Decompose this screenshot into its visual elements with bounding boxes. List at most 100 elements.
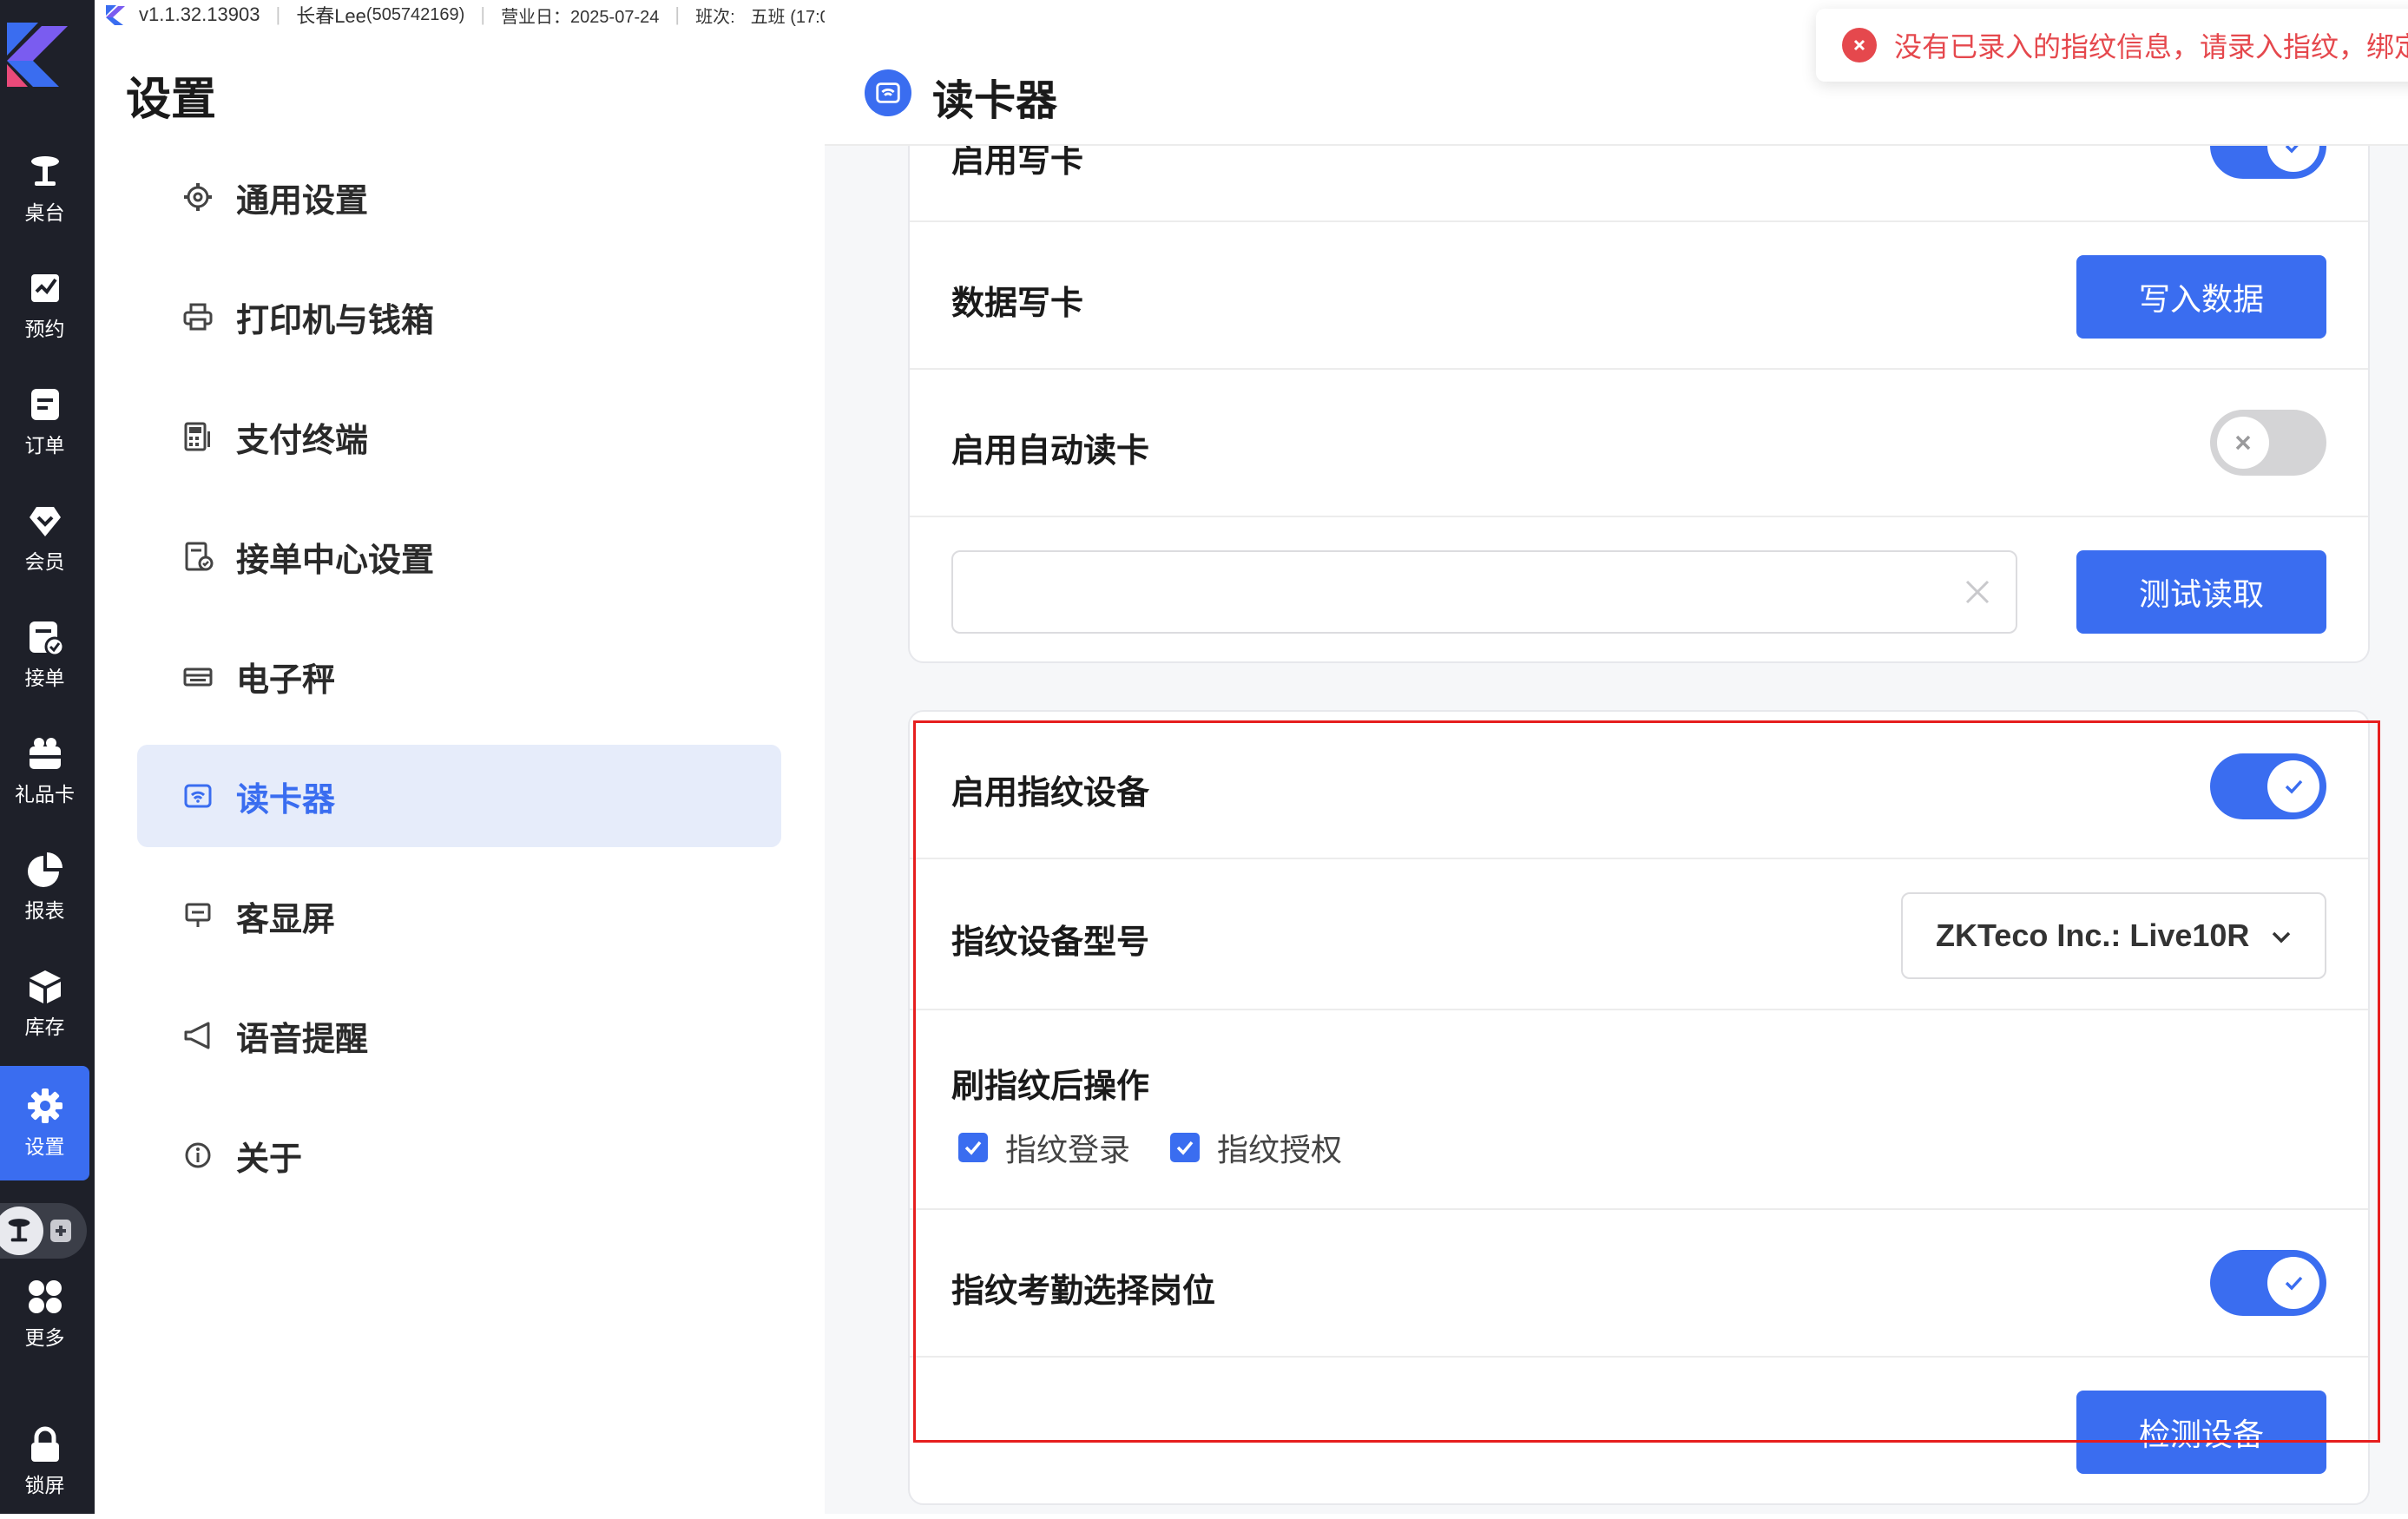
nav-item-members[interactable]: 会员 — [0, 481, 89, 595]
menu-item-label: 关于 — [236, 1141, 303, 1178]
after-scan-label: 刷指纹后操作 — [951, 1069, 1150, 1105]
card-reader-settings-card: 启用写卡 数据写卡 写入数据 启用自动读卡 测试读取 — [908, 87, 2370, 663]
auto-read-label: 启用自动读卡 — [951, 433, 1150, 470]
fingerprint-model-select[interactable]: ZKTeco Inc.: Live10R — [1901, 892, 2326, 979]
fingerprint-model-row: 指纹设备型号 ZKTeco Inc.: Live10R — [910, 859, 2368, 1010]
menu-item-payment-terminal[interactable]: 支付终端 — [137, 385, 781, 488]
nav-item-reports[interactable]: 报表 — [0, 830, 89, 944]
nav-item-settings[interactable]: 设置 — [0, 1066, 89, 1180]
fingerprint-enable-row: 启用指纹设备 — [910, 712, 2368, 859]
test-read-input-wrapper — [951, 550, 2017, 634]
customer-display-icon — [185, 903, 211, 927]
clear-icon[interactable] — [1960, 575, 1995, 609]
business-day: 营业日：2025-07-24 — [501, 7, 660, 27]
settings-icon — [27, 1088, 63, 1123]
menu-item-scale[interactable]: 电子秤 — [137, 625, 781, 727]
data-write-label: 数据写卡 — [951, 286, 1084, 322]
menu-item-about[interactable]: 关于 — [137, 1104, 781, 1207]
payment-terminal-icon — [184, 422, 210, 451]
add-order-icon[interactable] — [45, 1215, 76, 1246]
gift-card-icon — [29, 738, 61, 769]
nav-item-label: 预约 — [24, 318, 65, 340]
card-reader-header-icon — [865, 69, 911, 116]
auto-read-toggle[interactable] — [2210, 410, 2326, 476]
menu-item-printer[interactable]: 打印机与钱箱 — [137, 266, 781, 368]
nav-item-orders[interactable]: 订单 — [0, 365, 89, 479]
nav-item-label: 接单 — [24, 667, 65, 689]
speaker-icon — [184, 1022, 210, 1049]
checkbox-checked-icon — [1170, 1133, 1201, 1162]
test-read-input[interactable] — [970, 552, 1929, 634]
nav-item-gift-card[interactable]: 礼品卡 — [0, 713, 89, 828]
chevron-down-icon — [2272, 931, 2291, 944]
checkbox-label: 指纹登录 — [1005, 1132, 1131, 1167]
quick-switch-pill[interactable] — [0, 1203, 87, 1259]
nav-item-label: 更多 — [24, 1326, 65, 1349]
auto-read-row: 启用自动读卡 — [910, 370, 2368, 517]
menu-item-label: 通用设置 — [236, 182, 369, 220]
order-icon — [30, 389, 59, 420]
nav-item-tables[interactable]: 桌台 — [0, 132, 89, 247]
menu-item-general[interactable]: 通用设置 — [137, 146, 781, 248]
reservation-icon — [30, 274, 59, 302]
inventory-icon — [29, 970, 61, 1003]
page-title: 设置 — [126, 75, 217, 125]
info-icon — [185, 1142, 211, 1168]
menu-item-label: 客显屏 — [236, 901, 336, 938]
user-name: 长春Lee — [296, 5, 366, 27]
nav-item-reservation[interactable]: 预约 — [0, 248, 89, 363]
app-logo — [7, 23, 68, 87]
nav-item-label: 库存 — [24, 1016, 65, 1038]
error-toast: 没有已录入的指纹信息，请录入指纹，绑定员 — [1816, 9, 2408, 82]
error-icon — [1842, 28, 1877, 62]
after-scan-options: 指纹登录 指纹授权 — [958, 1125, 1382, 1170]
nav-item-label: 报表 — [24, 899, 65, 922]
scale-icon — [183, 667, 213, 687]
fingerprint-model-value: ZKTeco Inc.: Live10R — [1936, 917, 2250, 953]
member-icon — [29, 507, 61, 536]
menu-item-label: 接单中心设置 — [236, 542, 435, 579]
lock-icon — [30, 1426, 59, 1462]
test-read-button[interactable]: 测试读取 — [2076, 550, 2326, 634]
menu-item-label: 打印机与钱箱 — [236, 302, 435, 339]
status-bar: v1.1.32.13903 | 长春Lee (505742169) | 营业日：… — [104, 0, 894, 30]
order-center-icon — [185, 542, 214, 571]
test-read-row: 测试读取 — [910, 517, 2368, 661]
menu-item-voice-alert[interactable]: 语音提醒 — [137, 984, 781, 1087]
nav-item-inventory[interactable]: 库存 — [0, 946, 89, 1061]
menu-item-order-center[interactable]: 接单中心设置 — [137, 505, 781, 608]
menu-item-label: 电子秤 — [236, 661, 336, 699]
fingerprint-enable-toggle[interactable] — [2210, 753, 2326, 819]
nav-item-label: 订单 — [24, 434, 65, 457]
nav-item-label: 桌台 — [24, 201, 65, 224]
app-version: v1.1.32.13903 — [139, 3, 260, 25]
menu-item-card-reader[interactable]: 读卡器 — [137, 745, 781, 847]
nav-rail: 桌台 预约 订单 会员 接单 礼品卡 报表 库存 设置 更多 锁屏 — [0, 0, 95, 1514]
detect-device-button[interactable]: 检测设备 — [2076, 1391, 2326, 1474]
detect-row: 检测设备 — [910, 1358, 2368, 1503]
fingerprint-enable-label: 启用指纹设备 — [951, 775, 1150, 812]
checkbox-label: 指纹授权 — [1217, 1132, 1343, 1167]
data-write-row: 数据写卡 写入数据 — [910, 222, 2368, 370]
card-reader-icon — [184, 784, 212, 808]
nav-item-accept-orders[interactable]: 接单 — [0, 597, 89, 712]
menu-item-label: 支付终端 — [236, 422, 369, 459]
panel-title: 读卡器 — [932, 78, 1058, 124]
app-small-logo-icon — [106, 5, 125, 25]
menu-item-customer-display[interactable]: 客显屏 — [137, 865, 781, 967]
nav-item-more[interactable]: 更多 — [0, 1257, 89, 1371]
fingerprint-authorize-checkbox[interactable]: 指纹授权 — [1170, 1125, 1342, 1170]
attendance-toggle[interactable] — [2210, 1250, 2326, 1316]
nav-item-lock[interactable]: 锁屏 — [0, 1404, 89, 1519]
close-icon — [2217, 417, 2269, 469]
check-icon — [2267, 760, 2319, 812]
nav-item-label: 锁屏 — [24, 1474, 65, 1496]
toast-message: 没有已录入的指纹信息，请录入指纹，绑定员 — [1894, 31, 2408, 62]
nav-item-label: 会员 — [24, 550, 65, 573]
write-data-button[interactable]: 写入数据 — [2076, 255, 2326, 339]
table-quick-icon[interactable] — [0, 1207, 43, 1255]
after-scan-row: 刷指纹后操作 指纹登录 指纹授权 — [910, 1010, 2368, 1210]
checkbox-checked-icon — [958, 1133, 988, 1162]
fingerprint-login-checkbox[interactable]: 指纹登录 — [958, 1125, 1130, 1170]
gear-icon — [184, 183, 212, 211]
